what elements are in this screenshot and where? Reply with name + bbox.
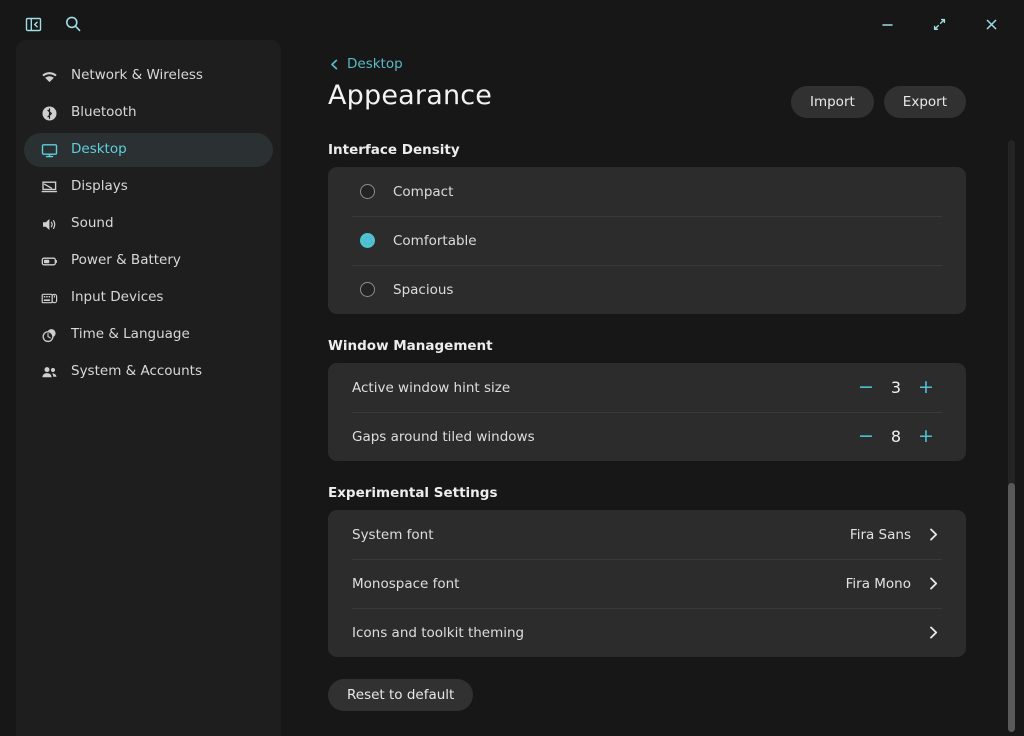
stepper-decrement-button[interactable]: − [850,373,882,403]
section-title-interface-density: Interface Density [328,142,997,158]
sidebar-item-system-and-accounts[interactable]: System & Accounts [24,355,273,389]
stepper-increment-button[interactable]: + [910,422,942,452]
sidebar-item-network-and-wireless[interactable]: Network & Wireless [24,59,273,93]
settings-window: Network & Wireless Bluetooth Desktop [0,0,1024,736]
page-header: Appearance Import Export [297,78,997,118]
row-label: Monospace font [352,576,459,592]
section-title-window-management: Window Management [328,338,997,354]
setting-row-system-font[interactable]: System font Fira Sans [328,510,966,559]
section-title-experimental-settings: Experimental Settings [328,485,997,501]
radio-option-spacious[interactable]: Spacious [328,265,966,314]
sidebar-item-label: System & Accounts [71,365,202,379]
chevron-right-icon[interactable] [925,575,942,592]
sidebar-item-power-and-battery[interactable]: Power & Battery [24,244,273,278]
sidebar-item-input-devices[interactable]: Input Devices [24,281,273,315]
row-label: Active window hint size [352,380,510,396]
row-label: System font [352,527,434,543]
stepper-gaps-around-tiled-windows: − 8 + [850,422,942,452]
stepper-active-window-hint-size: − 3 + [850,373,942,403]
people-icon [40,363,58,381]
stepper-increment-button[interactable]: + [910,373,942,403]
search-icon[interactable] [60,11,86,37]
speaker-icon [40,215,58,233]
battery-icon [40,252,58,270]
sidebar-item-desktop[interactable]: Desktop [24,133,273,167]
stepper-decrement-button[interactable]: − [850,422,882,452]
setting-row-icons-and-toolkit-theming[interactable]: Icons and toolkit theming [328,608,966,657]
radio-label: Spacious [393,282,453,298]
scrollbar-thumb[interactable] [1008,483,1015,732]
radio-option-compact[interactable]: Compact [328,167,966,216]
stepper-value: 3 [882,378,910,397]
minimize-button[interactable] [874,11,900,37]
displays-icon [40,178,58,196]
monitor-icon [40,141,58,159]
maximize-button[interactable] [926,11,952,37]
setting-row-active-window-hint-size: Active window hint size − 3 + [328,363,966,412]
sidebar-item-label: Time & Language [71,328,190,342]
breadcrumb-back-desktop[interactable]: Desktop [328,56,403,72]
import-button[interactable]: Import [791,86,874,118]
sidebar-item-label: Displays [71,180,128,194]
radio-label: Comfortable [393,233,477,249]
radio-label: Compact [393,184,453,200]
sidebar-item-displays[interactable]: Displays [24,170,273,204]
scrollbar-track[interactable] [1008,140,1015,732]
setting-row-monospace-font[interactable]: Monospace font Fira Mono [328,559,966,608]
sidebar-item-label: Desktop [71,143,127,157]
clock-icon [40,326,58,344]
main-content: Desktop Appearance Import Export Interfa… [297,40,1024,736]
sidebar-toggle-icon[interactable] [20,11,46,37]
export-button[interactable]: Export [884,86,966,118]
stepper-value: 8 [882,427,910,446]
row-value: Fira Sans [850,527,911,543]
chevron-right-icon[interactable] [925,624,942,641]
page-title: Appearance [328,78,492,114]
wifi-icon [40,67,58,85]
reset-to-default-button[interactable]: Reset to default [328,679,473,711]
row-label: Gaps around tiled windows [352,429,535,445]
close-button[interactable] [978,11,1004,37]
sidebar-item-label: Bluetooth [71,106,137,120]
sidebar-item-label: Power & Battery [71,254,181,268]
row-label: Icons and toolkit theming [352,625,524,641]
row-value: Fira Mono [846,576,911,592]
setting-row-gaps-around-tiled-windows: Gaps around tiled windows − 8 + [328,412,966,461]
sidebar-item-label: Network & Wireless [71,69,203,83]
experimental-settings-card: System font Fira Sans Monospace font Fir… [328,510,966,657]
breadcrumb-label: Desktop [347,56,403,72]
chevron-left-icon [328,58,341,71]
interface-density-card: Compact Comfortable Spacious [328,167,966,314]
radio-icon-selected [360,233,375,248]
sidebar-item-label: Input Devices [71,291,163,305]
window-management-card: Active window hint size − 3 + Gaps aroun… [328,363,966,461]
radio-option-comfortable[interactable]: Comfortable [328,216,966,265]
radio-icon [360,282,375,297]
sidebar-item-label: Sound [71,217,114,231]
header-actions: Import Export [791,78,966,118]
window-controls [874,11,1024,37]
sidebar: Network & Wireless Bluetooth Desktop [16,40,281,736]
keyboard-mouse-icon [40,289,58,307]
sidebar-item-time-and-language[interactable]: Time & Language [24,318,273,352]
radio-icon [360,184,375,199]
bluetooth-icon [40,104,58,122]
titlebar-left-actions [0,11,86,37]
sidebar-item-sound[interactable]: Sound [24,207,273,241]
chevron-right-icon[interactable] [925,526,942,543]
footer-actions: Reset to default [328,679,997,711]
sidebar-item-bluetooth[interactable]: Bluetooth [24,96,273,130]
